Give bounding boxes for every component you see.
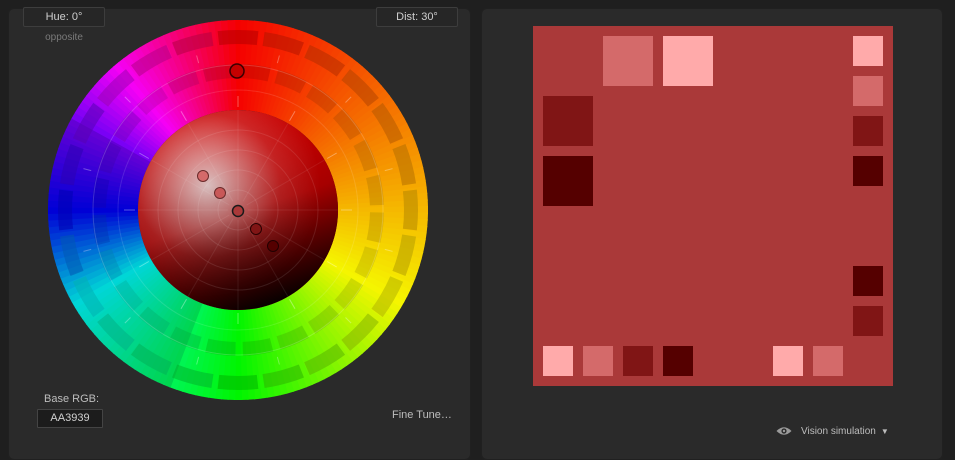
swatch-lightest-small: [773, 346, 803, 376]
shade-handle-dark[interactable]: [250, 223, 262, 235]
swatch-dark: [543, 96, 593, 146]
swatch-light: [603, 36, 653, 86]
swatch-dark-small: [853, 306, 883, 336]
swatch-light-small: [583, 346, 613, 376]
swatch-light-small: [853, 76, 883, 106]
chevron-down-icon: ▼: [880, 426, 889, 436]
swatch-dark-small: [623, 346, 653, 376]
base-rgb-label: Base RGB:: [44, 393, 100, 405]
vision-simulation-dropdown[interactable]: Vision simulation ▼: [776, 424, 889, 438]
swatch-darkest: [543, 156, 593, 206]
base-color-handle[interactable]: [231, 204, 245, 218]
shade-handle-darkest[interactable]: [267, 240, 279, 252]
eye-icon: [776, 427, 792, 435]
vision-simulation-label: Vision simulation: [801, 425, 876, 437]
distance-field[interactable]: Dist: 30°: [376, 7, 458, 27]
swatch-dark-small: [853, 116, 883, 146]
scheme-mode-label: opposite: [45, 32, 83, 43]
swatch-lightest-small: [853, 36, 883, 66]
fine-tune-link[interactable]: Fine Tune…: [392, 409, 452, 421]
swatch-darkest-small: [663, 346, 693, 376]
swatch-darkest-small: [853, 266, 883, 296]
hue-field[interactable]: Hue: 0°: [23, 7, 105, 27]
swatch-lightest: [663, 36, 713, 86]
color-wheel[interactable]: [0, 0, 480, 460]
base-rgb-input[interactable]: AA3939: [37, 409, 103, 428]
swatch-lightest-small: [543, 346, 573, 376]
color-scheme-preview: [533, 26, 893, 386]
swatch-darkest-small: [853, 156, 883, 186]
shade-handle-lightest[interactable]: [197, 170, 209, 182]
swatch-light-small: [813, 346, 843, 376]
hue-handle[interactable]: [229, 63, 245, 79]
shade-handle-light[interactable]: [214, 187, 226, 199]
